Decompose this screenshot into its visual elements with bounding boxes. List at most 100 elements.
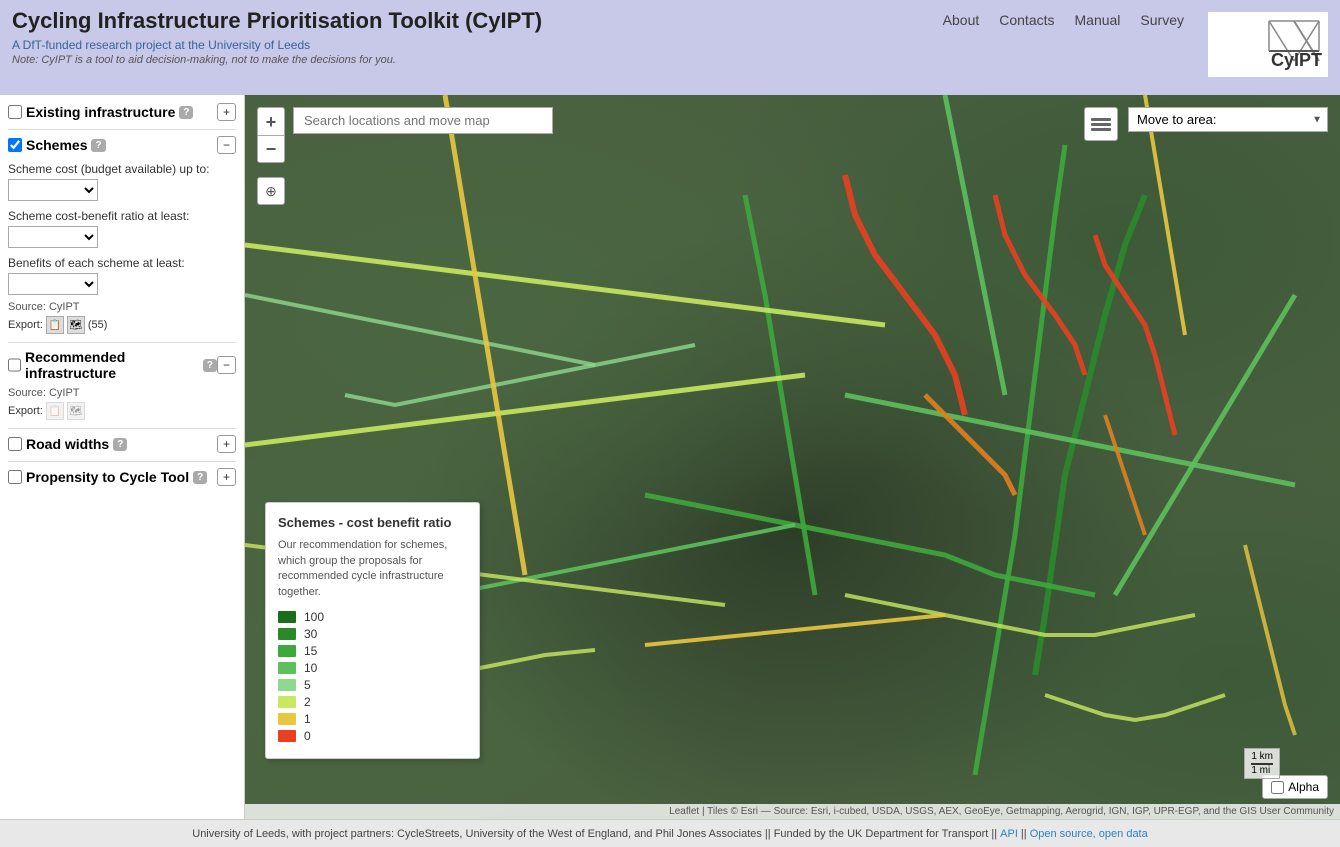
- legend-item: 10: [278, 661, 467, 675]
- section-road-widths: Road widths ? +: [8, 435, 236, 453]
- legend-color-swatch: [278, 679, 296, 691]
- move-to-select[interactable]: Move to area: Leeds Manchester Birmingha…: [1128, 107, 1328, 132]
- road-widths-help[interactable]: ?: [113, 438, 127, 451]
- legend-value-label: 10: [304, 661, 317, 675]
- legend-value-label: 15: [304, 644, 317, 658]
- recommended-export-label: Export:: [8, 405, 43, 417]
- section-schemes: Schemes ? − Scheme cost (budget availabl…: [8, 136, 236, 334]
- legend-item: 5: [278, 678, 467, 692]
- legend-item: 100: [278, 610, 467, 624]
- scheme-cost-select[interactable]: £100k £500k £1m: [8, 179, 98, 201]
- scheme-benefits-select[interactable]: 1000 5000: [8, 273, 98, 295]
- legend-item: 1: [278, 712, 467, 726]
- search-bar: [293, 107, 553, 134]
- zoom-out-button[interactable]: −: [257, 135, 285, 163]
- main-layout: Existing infrastructure ? + Schemes ? − …: [0, 95, 1340, 819]
- schemes-help[interactable]: ?: [91, 139, 105, 152]
- legend-color-swatch: [278, 611, 296, 623]
- recommended-infrastructure-checkbox[interactable]: [8, 358, 21, 372]
- app-title: Cycling Infrastructure Prioritisation To…: [12, 8, 542, 34]
- zoom-in-button[interactable]: +: [257, 107, 285, 135]
- scheme-cost-label: Scheme cost (budget available) up to:: [8, 162, 236, 176]
- propensity-cycle-toggle[interactable]: +: [217, 468, 236, 486]
- legend-color-swatch: [278, 662, 296, 674]
- layers-button[interactable]: [1084, 107, 1118, 141]
- logo-text: CyIPT: [1271, 50, 1322, 71]
- road-widths-toggle[interactable]: +: [217, 435, 236, 453]
- existing-infrastructure-checkbox[interactable]: [8, 105, 22, 119]
- legend-title: Schemes - cost benefit ratio: [278, 515, 467, 530]
- schemes-toggle[interactable]: −: [217, 136, 236, 154]
- legend-color-swatch: [278, 628, 296, 640]
- header: Cycling Infrastructure Prioritisation To…: [0, 0, 1340, 95]
- schemes-source: Source: CyIPT: [8, 301, 236, 313]
- legend-description: Our recommendation for schemes, which gr…: [278, 538, 467, 600]
- map-container[interactable]: + − ⊕ Move to area: Leeds Manchester B: [245, 95, 1340, 819]
- recommended-infrastructure-label: Recommended infrastructure: [25, 349, 199, 381]
- legend-color-swatch: [278, 645, 296, 657]
- legend-value-label: 0: [304, 729, 311, 743]
- schemes-export-csv[interactable]: 📋: [46, 316, 64, 334]
- legend-value-label: 5: [304, 678, 311, 692]
- app-note: Note: CyIPT is a tool to aid decision-ma…: [12, 54, 542, 66]
- divider-2: [8, 342, 236, 343]
- sidebar: Existing infrastructure ? + Schemes ? − …: [0, 95, 245, 819]
- scale-mi: 1 mi: [1251, 765, 1273, 776]
- move-to-control: Move to area: Leeds Manchester Birmingha…: [1128, 107, 1328, 132]
- legend-color-swatch: [278, 696, 296, 708]
- legend-popup: Schemes - cost benefit ratio Our recomme…: [265, 502, 480, 759]
- legend-item: 30: [278, 627, 467, 641]
- footer-opensource-link[interactable]: Open source, open data: [1030, 828, 1148, 840]
- header-left: Cycling Infrastructure Prioritisation To…: [12, 8, 542, 66]
- legend-value-label: 1: [304, 712, 311, 726]
- header-nav: About Contacts Manual Survey: [933, 12, 1194, 28]
- legend-value-label: 30: [304, 627, 317, 641]
- footer-api-link[interactable]: API: [1000, 828, 1018, 840]
- divider-3: [8, 428, 236, 429]
- search-input[interactable]: [293, 107, 553, 134]
- zoom-controls: + −: [257, 107, 285, 163]
- attribution-text: Leaflet | Tiles © Esri — Source: Esri, i…: [669, 806, 1334, 817]
- footer: University of Leeds, with project partne…: [0, 819, 1340, 847]
- recommended-infrastructure-toggle[interactable]: −: [217, 356, 236, 374]
- propensity-cycle-help[interactable]: ?: [193, 471, 207, 484]
- header-logo: CyIPT: [1208, 12, 1328, 77]
- map-scale: 1 km 1 mi: [1244, 748, 1280, 779]
- schemes-export-label: Export:: [8, 319, 43, 331]
- legend-color-swatch: [278, 713, 296, 725]
- divider-1: [8, 129, 236, 130]
- nav-about[interactable]: About: [943, 12, 980, 28]
- map-attribution: Leaflet | Tiles © Esri — Source: Esri, i…: [245, 804, 1340, 819]
- recommended-export-geojson: 🗺: [67, 402, 85, 420]
- scheme-benefits-label: Benefits of each scheme at least:: [8, 256, 236, 270]
- recommended-infrastructure-help[interactable]: ?: [203, 359, 217, 372]
- existing-infrastructure-help[interactable]: ?: [179, 106, 193, 119]
- app-subtitle: A DfT-funded research project at the Uni…: [12, 38, 542, 52]
- scheme-cbr-select[interactable]: 1 2 5: [8, 226, 98, 248]
- road-widths-checkbox[interactable]: [8, 437, 22, 451]
- section-existing-infrastructure: Existing infrastructure ? +: [8, 103, 236, 121]
- locate-button[interactable]: ⊕: [257, 177, 285, 205]
- propensity-cycle-label: Propensity to Cycle Tool: [26, 469, 189, 485]
- existing-infrastructure-label: Existing infrastructure: [26, 104, 175, 120]
- existing-infrastructure-toggle[interactable]: +: [217, 103, 236, 121]
- propensity-cycle-checkbox[interactable]: [8, 470, 22, 484]
- alpha-label: Alpha: [1288, 780, 1319, 794]
- nav-survey[interactable]: Survey: [1140, 12, 1184, 28]
- schemes-export-geojson[interactable]: 🗺: [67, 316, 85, 334]
- road-widths-label: Road widths: [26, 436, 109, 452]
- schemes-checkbox[interactable]: [8, 138, 22, 152]
- scheme-cbr-label: Scheme cost-benefit ratio at least:: [8, 209, 236, 223]
- legend-color-swatch: [278, 730, 296, 742]
- schemes-export-count: (55): [88, 319, 108, 331]
- nav-contacts[interactable]: Contacts: [999, 12, 1054, 28]
- legend-value-label: 100: [304, 610, 324, 624]
- recommended-export-bar: Export: 📋 🗺: [8, 402, 236, 420]
- recommended-source: Source: CyIPT: [8, 387, 236, 399]
- alpha-checkbox[interactable]: [1271, 781, 1284, 794]
- legend-value-label: 2: [304, 695, 311, 709]
- divider-4: [8, 461, 236, 462]
- legend-items: 1003015105210: [278, 610, 467, 743]
- nav-manual[interactable]: Manual: [1075, 12, 1121, 28]
- section-recommended-infrastructure: Recommended infrastructure ? − Source: C…: [8, 349, 236, 420]
